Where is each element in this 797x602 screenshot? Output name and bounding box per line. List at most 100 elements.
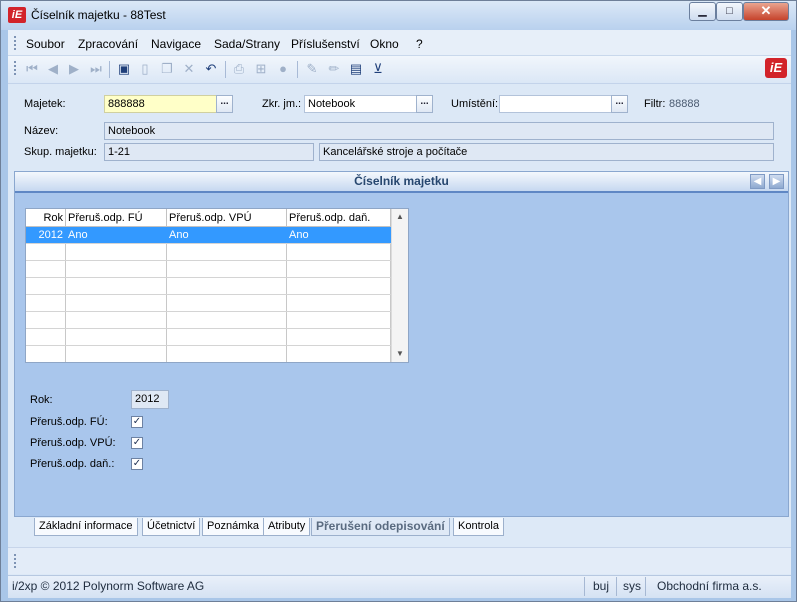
empty-cell[interactable] (166, 328, 287, 346)
dan-checkbox[interactable]: ✓ (131, 458, 143, 470)
empty-cell[interactable] (286, 311, 391, 329)
next-page-arrow-icon[interactable]: ▶ (769, 174, 784, 189)
empty-cell[interactable] (166, 243, 287, 261)
empty-cell[interactable] (65, 277, 167, 295)
zkr-browse-button[interactable]: ... (416, 95, 433, 113)
column-header-dan[interactable]: Přeruš.odp. daň. (286, 209, 391, 227)
majetek-input[interactable]: 888888 (104, 95, 217, 113)
first-record-icon[interactable]: ⏮ (24, 61, 40, 77)
save-icon[interactable]: ▣ (116, 61, 132, 77)
empty-cell[interactable] (26, 311, 66, 329)
fu-checkbox[interactable]: ✓ (131, 416, 143, 428)
column-header-fu[interactable]: Přeruš.odp. FÚ (65, 209, 167, 227)
last-record-icon[interactable]: ⏭ (88, 61, 104, 77)
empty-cell[interactable] (65, 243, 167, 261)
toolbar-grip-icon[interactable] (14, 61, 18, 75)
empty-cell[interactable] (166, 311, 287, 329)
scroll-down-icon[interactable]: ▼ (392, 346, 408, 362)
bottom-grip-icon[interactable] (14, 554, 18, 568)
menu-soubor[interactable]: Soubor (26, 37, 65, 51)
title-bar[interactable]: iE Číselník majetku - 88Test ▁ □ ✕ (1, 1, 796, 30)
empty-cell[interactable] (65, 294, 167, 312)
data-grid[interactable]: Rok Přeruš.odp. FÚ Přeruš.odp. VPÚ Přeru… (25, 208, 409, 363)
next-record-icon[interactable]: ▶ (66, 61, 82, 77)
empty-cell[interactable] (65, 311, 167, 329)
table-row[interactable] (26, 243, 391, 261)
empty-cell[interactable] (286, 260, 391, 278)
maximize-button[interactable]: □ (716, 2, 743, 21)
skup-name-field[interactable]: Kancelářské stroje a počítače (319, 143, 774, 161)
empty-cell[interactable] (65, 345, 167, 362)
empty-cell[interactable] (26, 277, 66, 295)
cell-fu[interactable]: Ano (65, 226, 167, 244)
table-row[interactable] (26, 328, 391, 346)
empty-cell[interactable] (65, 260, 167, 278)
tab-zakladni-informace[interactable]: Základní informace (34, 518, 138, 536)
empty-cell[interactable] (26, 243, 66, 261)
table-icon[interactable]: ▤ (348, 61, 364, 77)
empty-cell[interactable] (286, 345, 391, 362)
empty-cell[interactable] (286, 328, 391, 346)
zkr-input[interactable]: Notebook (304, 95, 417, 113)
close-button[interactable]: ✕ (743, 2, 789, 21)
majetek-browse-button[interactable]: ... (216, 95, 233, 113)
table-row[interactable] (26, 345, 391, 362)
tab-atributy[interactable]: Atributy (263, 518, 311, 536)
cell-dan[interactable]: Ano (286, 226, 391, 244)
table-row[interactable] (26, 277, 391, 295)
table-row[interactable]: 2012 Ano Ano Ano (26, 226, 391, 244)
umisteni-browse-button[interactable]: ... (611, 95, 628, 113)
empty-cell[interactable] (26, 294, 66, 312)
vpu-checkbox[interactable]: ✓ (131, 437, 143, 449)
tab-ucetnictvi[interactable]: Účetnictví (142, 518, 201, 536)
column-header-rok[interactable]: Rok (26, 209, 66, 227)
grid-scrollbar[interactable]: ▲ ▼ (391, 209, 408, 362)
pencil-icon[interactable]: ✏ (326, 61, 342, 77)
rok-field[interactable]: 2012 (131, 390, 169, 409)
tree-icon[interactable]: ⊞ (253, 61, 269, 77)
tab-preruseni-odepisovani[interactable]: Přerušení odepisování (311, 518, 450, 536)
empty-cell[interactable] (286, 277, 391, 295)
menu-grip-icon[interactable] (14, 36, 18, 50)
cell-rok[interactable]: 2012 (26, 226, 66, 244)
prev-page-arrow-icon[interactable]: ◀ (750, 174, 765, 189)
cell-vpu[interactable]: Ano (166, 226, 287, 244)
empty-cell[interactable] (166, 345, 287, 362)
empty-cell[interactable] (26, 345, 66, 362)
empty-cell[interactable] (26, 328, 66, 346)
tab-poznamka[interactable]: Poznámka (202, 518, 264, 536)
copy-icon[interactable]: ❐ (159, 61, 175, 77)
empty-cell[interactable] (65, 328, 167, 346)
menu-sada-strany[interactable]: Sada/Strany (214, 37, 280, 51)
skup-code-field[interactable]: 1-21 (104, 143, 314, 161)
edit-icon[interactable]: ✎ (304, 61, 320, 77)
undo-icon[interactable]: ↶ (203, 61, 219, 77)
nazev-field[interactable]: Notebook (104, 122, 774, 140)
new-icon[interactable]: ▯ (137, 61, 153, 77)
minimize-button[interactable]: ▁ (689, 2, 716, 21)
empty-cell[interactable] (286, 294, 391, 312)
empty-cell[interactable] (166, 277, 287, 295)
refresh-icon[interactable]: ● (275, 61, 291, 77)
column-header-vpu[interactable]: Přeruš.odp. VPÚ (166, 209, 287, 227)
umisteni-input[interactable] (499, 95, 612, 113)
table-row[interactable] (26, 294, 391, 312)
empty-cell[interactable] (26, 260, 66, 278)
table-row[interactable] (26, 311, 391, 329)
table-row[interactable] (26, 260, 391, 278)
empty-cell[interactable] (286, 243, 391, 261)
scroll-up-icon[interactable]: ▲ (392, 209, 408, 225)
filter-icon[interactable]: ⊻ (370, 61, 386, 77)
app-logo-icon[interactable]: iE (8, 7, 26, 23)
menu-prislusenstvi[interactable]: Příslušenství (291, 37, 360, 51)
menu-okno[interactable]: Okno (370, 37, 399, 51)
menu-navigace[interactable]: Navigace (151, 37, 201, 51)
empty-cell[interactable] (166, 294, 287, 312)
tab-kontrola[interactable]: Kontrola (453, 518, 504, 536)
delete-icon[interactable]: ✕ (181, 61, 197, 77)
empty-cell[interactable] (166, 260, 287, 278)
previous-record-icon[interactable]: ◀ (45, 61, 61, 77)
menu-zpracovani[interactable]: Zpracování (78, 37, 138, 51)
print-icon[interactable]: ⎙ (231, 61, 247, 77)
menu-help[interactable]: ? (416, 37, 423, 51)
